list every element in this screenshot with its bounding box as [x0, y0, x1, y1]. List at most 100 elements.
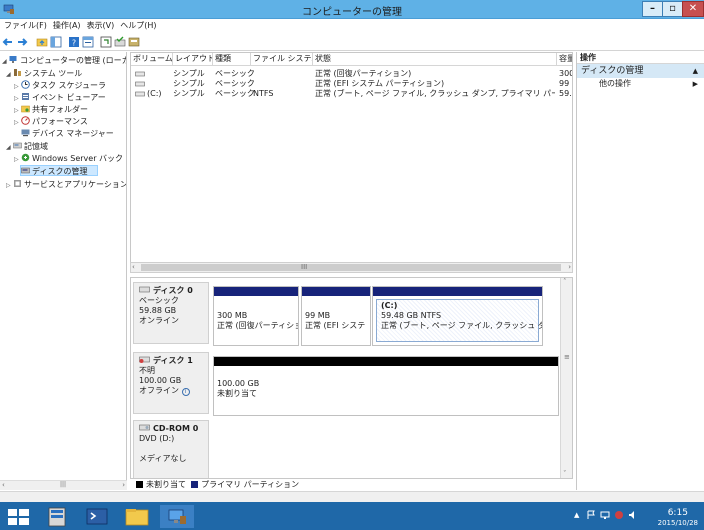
partition-recovery[interactable]: 300 MB 正常 (回復パーティショ — [213, 286, 299, 346]
file-explorer-icon[interactable] — [120, 505, 154, 528]
tree-horizontal-scrollbar[interactable]: ‹ ||| › — [0, 480, 127, 490]
column-header-volume[interactable]: ボリューム — [131, 53, 173, 66]
partition-size: 59.48 GB NTFS — [381, 311, 442, 320]
scroll-right-arrow-icon[interactable]: › — [568, 263, 571, 271]
expander[interactable]: ◢ — [2, 56, 9, 67]
expander[interactable]: ▷ — [6, 180, 13, 191]
column-header-capacity[interactable]: 容量 — [557, 53, 572, 66]
menu-help[interactable]: ヘルプ(H) — [117, 19, 159, 33]
forward-arrow-icon[interactable] — [16, 36, 28, 48]
show-hide-console-tree-icon[interactable] — [50, 36, 62, 48]
legend-swatch-unallocated — [136, 481, 143, 488]
powershell-icon[interactable] — [80, 505, 114, 528]
disk-check-icon[interactable] — [114, 36, 126, 48]
scroll-grip-icon: III — [301, 263, 308, 271]
speaker-icon[interactable] — [628, 510, 638, 520]
scroll-right-arrow-icon[interactable]: › — [122, 481, 125, 489]
help-icon[interactable]: ? — [68, 36, 80, 48]
column-header-status[interactable]: 状態 — [313, 53, 557, 66]
menu-action[interactable]: 操作(A) — [50, 19, 84, 33]
expander[interactable]: ◢ — [6, 69, 13, 80]
expander[interactable]: ◢ — [6, 142, 13, 153]
tree-node-event-viewer[interactable]: ▷ イベント ビューアー — [14, 92, 106, 103]
partition-unallocated[interactable]: 100.00 GB 未割り当て — [213, 356, 559, 416]
back-arrow-icon[interactable] — [2, 36, 14, 48]
computer-management-icon — [9, 56, 17, 63]
action-other-operations[interactable]: 他の操作 ▶ — [577, 78, 704, 90]
tree-node-services-and-applications[interactable]: ▷ サービスとアプリケーション — [6, 179, 126, 191]
clock[interactable]: 6:15 2015/10/28 — [658, 508, 698, 528]
computer-management-taskbar-icon[interactable] — [160, 505, 194, 528]
cell-type: ベーシック — [215, 79, 255, 88]
scroll-down-arrow-icon[interactable]: ˇ — [563, 470, 567, 478]
disk-type: ベーシック — [139, 296, 179, 305]
disk-0-label[interactable]: ディスク 0 ベーシック 59.88 GB オンライン — [133, 282, 209, 344]
tree-node-windows-server-backup[interactable]: ▷ Windows Server バック — [14, 153, 123, 164]
tree-node-disk-management[interactable]: ディスクの管理 — [20, 165, 98, 176]
taskbar: ▲ 6:15 2015/10/28 — [0, 502, 704, 530]
tree-node-computer-management[interactable]: ◢ コンピューターの管理 (ローカル) — [2, 55, 126, 67]
start-windows-icon[interactable] — [2, 505, 36, 528]
column-header-type[interactable]: 種類 — [213, 53, 251, 66]
legend-swatch-primary — [191, 481, 199, 488]
actions-section-disk-management[interactable]: ディスクの管理 ▲ — [577, 64, 704, 78]
close-button[interactable]: ✕ — [682, 1, 704, 17]
tree-node-storage[interactable]: ◢ 記憶域 — [6, 141, 48, 152]
column-header-layout[interactable]: レイアウト — [173, 53, 213, 66]
scroll-thumb[interactable] — [141, 264, 561, 271]
scroll-up-arrow-icon[interactable]: ˆ — [563, 278, 567, 286]
up-folder-icon[interactable] — [36, 36, 48, 48]
cell-volume: (C:) — [147, 89, 162, 98]
minimize-button[interactable]: – — [642, 1, 663, 17]
title-bar: コンピューターの管理 – ▫ ✕ — [0, 0, 704, 19]
clock-time: 6:15 — [667, 508, 688, 518]
expander[interactable]: ▷ — [14, 105, 21, 116]
properties-icon[interactable] — [82, 36, 94, 48]
menu-view[interactable]: 表示(V) — [84, 19, 118, 33]
collapse-up-icon[interactable]: ▲ — [693, 64, 698, 78]
device-manager-icon — [21, 129, 30, 137]
expander[interactable]: ▷ — [14, 117, 21, 128]
tree-node-system-tools[interactable]: ◢ システム ツール — [6, 68, 82, 79]
disk-name: ディスク 0 — [153, 286, 193, 295]
security-alert-icon[interactable] — [614, 510, 624, 520]
expander[interactable]: ▷ — [14, 154, 21, 165]
expander[interactable]: ▷ — [14, 93, 21, 104]
expander[interactable]: ▷ — [14, 81, 21, 92]
tree-node-task-scheduler[interactable]: ▷ タスク スケジューラ — [14, 80, 106, 91]
menu-file[interactable]: ファイル(F) — [0, 19, 50, 33]
cell-capacity: 99 — [559, 79, 570, 88]
disk-properties-icon[interactable] — [128, 36, 140, 48]
volume-list: ボリューム レイアウト 種類 ファイル システム 状態 容量 シンプル ベーシッ… — [130, 52, 573, 264]
clock-icon — [21, 80, 30, 89]
scroll-grip-icon[interactable]: ≡ — [564, 353, 570, 361]
scroll-grip-icon[interactable]: ||| — [60, 481, 66, 488]
maximize-button[interactable]: ▫ — [662, 1, 683, 17]
info-icon[interactable]: i — [181, 388, 190, 396]
network-icon[interactable] — [600, 510, 610, 520]
disk-map-vertical-scrollbar[interactable]: ˆ ≡ ˇ — [560, 278, 572, 478]
tree-label: コンピューターの管理 (ローカル) — [20, 56, 126, 65]
column-header-file-system[interactable]: ファイル システム — [251, 53, 313, 66]
tree-node-performance[interactable]: ▷ パフォーマンス — [14, 116, 88, 127]
disk-1-label[interactable]: ディスク 1 不明 100.00 GB オフライン i — [133, 352, 209, 414]
scroll-left-arrow-icon[interactable]: ‹ — [2, 481, 5, 489]
partition-efi[interactable]: 99 MB 正常 (EFI システ — [301, 286, 371, 346]
cdrom-0-label[interactable]: CD-ROM 0 DVD (D:) メディアなし — [133, 420, 209, 478]
volume-list-horizontal-scrollbar[interactable]: ‹ III › — [130, 262, 573, 273]
disk-name: ディスク 1 — [153, 356, 193, 365]
server-manager-icon[interactable] — [40, 505, 74, 528]
shared-folder-icon — [21, 105, 30, 113]
partition-c-drive[interactable]: (C:) 59.48 GB NTFS 正常 (ブート, ページ ファイル, クラ… — [372, 286, 543, 346]
partition-bar — [373, 287, 542, 296]
tree-node-shared-folders[interactable]: ▷ 共有フォルダー — [14, 104, 88, 115]
volume-icon — [135, 81, 145, 87]
tree-node-device-manager[interactable]: デバイス マネージャー — [14, 128, 114, 139]
partition-status: 正常 (回復パーティショ — [217, 321, 299, 330]
tray-expand-icon[interactable]: ▲ — [574, 511, 579, 519]
cell-file-system: NTFS — [253, 89, 274, 98]
refresh-view-icon[interactable] — [100, 36, 112, 48]
scroll-left-arrow-icon[interactable]: ‹ — [132, 263, 135, 271]
flag-icon[interactable] — [586, 510, 596, 520]
actions-header: 操作 — [577, 52, 704, 64]
